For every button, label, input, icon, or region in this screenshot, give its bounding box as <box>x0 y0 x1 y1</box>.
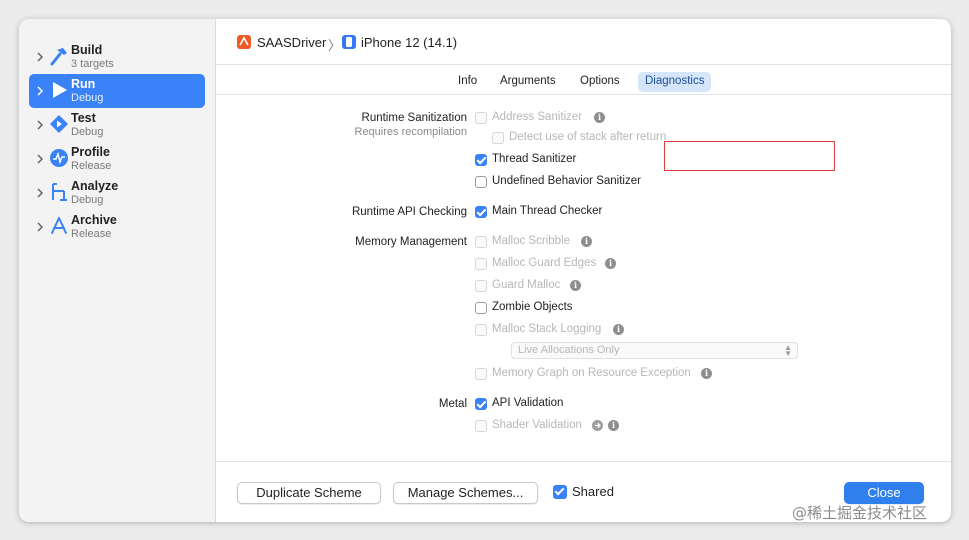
scheme-editor-window: Build 3 targets Run Debug Test Debug Pro… <box>19 19 951 522</box>
info-icon[interactable]: i <box>608 420 619 431</box>
shared-checkbox[interactable] <box>553 485 567 499</box>
breadcrumb-separator: 〉 <box>328 38 342 53</box>
sidebar-item-subtitle: Debug <box>71 92 104 104</box>
annotation-highlight-box <box>664 141 835 171</box>
run-destination[interactable]: iPhone 12 (14.1) <box>361 35 457 50</box>
malloc-scribble-checkbox[interactable] <box>475 236 487 248</box>
sidebar-item-title: Build <box>71 43 103 57</box>
app-target-icon <box>237 35 251 49</box>
malloc-scribble-label: Malloc Scribble <box>492 235 570 247</box>
sidebar-item-subtitle: Release <box>71 228 112 240</box>
tab-arguments[interactable]: Arguments <box>493 72 563 92</box>
info-icon[interactable]: i <box>701 368 712 379</box>
malloc-stack-logging-popup[interactable]: Live Allocations Only ▲ ▼ <box>511 342 798 359</box>
sidebar-item-subtitle: 3 targets <box>71 58 114 70</box>
sidebar-item-test[interactable]: Test Debug <box>29 108 205 142</box>
chevron-right-icon[interactable] <box>35 187 45 199</box>
info-icon[interactable]: i <box>581 236 592 247</box>
watermark-text: @稀土掘金技术社区 <box>792 504 928 522</box>
malloc-stack-logging-checkbox[interactable] <box>475 324 487 336</box>
play-icon <box>53 82 67 98</box>
tab-options[interactable]: Options <box>573 72 627 92</box>
zombie-objects-checkbox[interactable] <box>475 302 487 314</box>
tab-diagnostics[interactable]: Diagnostics <box>638 72 712 92</box>
chevron-right-icon[interactable] <box>35 85 45 97</box>
sidebar-item-title: Archive <box>71 213 117 227</box>
shared-label: Shared <box>572 484 614 499</box>
archive-appstore-icon <box>51 217 67 234</box>
sidebar-item-profile[interactable]: Profile Release <box>29 142 205 176</box>
test-diamond-icon <box>50 115 68 133</box>
duplicate-scheme-button[interactable]: Duplicate Scheme <box>237 482 381 504</box>
malloc-guard-edges-checkbox[interactable] <box>475 258 487 270</box>
chevron-right-icon[interactable] <box>35 221 45 233</box>
up-down-chevron-icon: ▲ ▼ <box>784 343 792 358</box>
hammer-icon <box>50 48 67 66</box>
tab-info[interactable]: Info <box>451 72 484 92</box>
zombie-objects-label: Zombie Objects <box>492 301 573 313</box>
chevron-right-icon[interactable] <box>35 119 45 131</box>
memory-management-label: Memory Management <box>355 236 467 248</box>
sidebar-item-subtitle: Debug <box>71 126 104 138</box>
detect-stack-label: Detect use of stack after return <box>509 131 667 143</box>
malloc-stack-logging-label: Malloc Stack Logging <box>492 323 602 335</box>
address-sanitizer-label: Address Sanitizer <box>492 111 583 123</box>
info-icon[interactable]: i <box>570 280 581 291</box>
sidebar-item-title: Analyze <box>71 179 119 193</box>
info-icon[interactable]: i <box>613 324 624 335</box>
main-thread-checker-checkbox[interactable] <box>475 206 487 218</box>
address-sanitizer-checkbox[interactable] <box>475 112 487 124</box>
sidebar-item-run[interactable]: Run Debug <box>29 74 205 108</box>
ub-sanitizer-label: Undefined Behavior Sanitizer <box>492 175 641 187</box>
sidebar-item-build[interactable]: Build 3 targets <box>29 40 205 74</box>
api-validation-label: API Validation <box>492 397 564 409</box>
chevron-right-icon[interactable] <box>35 51 45 63</box>
manage-schemes-button[interactable]: Manage Schemes... <box>393 482 538 504</box>
scheme-name[interactable]: SAASDriver <box>257 35 326 50</box>
sidebar-item-title: Run <box>71 77 96 91</box>
scheme-actions-sidebar: Build 3 targets Run Debug Test Debug Pro… <box>19 19 216 522</box>
metal-label: Metal <box>438 398 467 410</box>
shader-validation-label: Shader Validation <box>492 419 582 431</box>
thread-sanitizer-checkbox[interactable] <box>475 154 487 166</box>
instruments-gauge-icon <box>50 149 68 167</box>
tab-bar: Info Arguments Options Diagnostics <box>216 65 951 95</box>
main-thread-checker-label: Main Thread Checker <box>492 205 603 217</box>
requires-recompilation-note: Requires recompilation <box>354 126 468 138</box>
runtime-sanitization-label: Runtime Sanitization <box>361 112 467 124</box>
close-button[interactable]: Close <box>844 482 924 504</box>
ub-sanitizer-checkbox[interactable] <box>475 176 487 188</box>
runtime-api-checking-label: Runtime API Checking <box>351 206 467 218</box>
api-validation-checkbox[interactable] <box>475 398 487 410</box>
analyze-icon <box>52 183 67 201</box>
simulator-icon <box>342 35 356 49</box>
memory-graph-label: Memory Graph on Resource Exception <box>492 367 691 379</box>
chevron-right-icon[interactable] <box>35 153 45 165</box>
memory-graph-checkbox[interactable] <box>475 368 487 380</box>
detect-stack-checkbox[interactable] <box>492 132 504 144</box>
sidebar-item-archive[interactable]: Archive Release <box>29 210 205 244</box>
popup-selected-value: Live Allocations Only <box>518 344 620 356</box>
sidebar-item-analyze[interactable]: Analyze Debug <box>29 176 205 210</box>
shader-validation-checkbox[interactable] <box>475 420 487 432</box>
scheme-header: SAASDriver 〉 iPhone 12 (14.1) <box>216 19 951 65</box>
scheme-detail-pane: SAASDriver 〉 iPhone 12 (14.1) Info Argum… <box>216 19 951 522</box>
malloc-guard-edges-label: Malloc Guard Edges <box>492 257 597 269</box>
arrow-right-circle-icon[interactable] <box>592 420 603 431</box>
info-icon[interactable]: i <box>594 112 605 123</box>
guard-malloc-checkbox[interactable] <box>475 280 487 292</box>
info-icon[interactable]: i <box>605 258 616 269</box>
thread-sanitizer-label: Thread Sanitizer <box>492 153 577 165</box>
sidebar-item-title: Profile <box>71 145 110 159</box>
sidebar-item-subtitle: Debug <box>71 194 104 206</box>
sidebar-item-title: Test <box>71 111 96 125</box>
sidebar-item-subtitle: Release <box>71 160 112 172</box>
guard-malloc-label: Guard Malloc <box>492 279 561 291</box>
